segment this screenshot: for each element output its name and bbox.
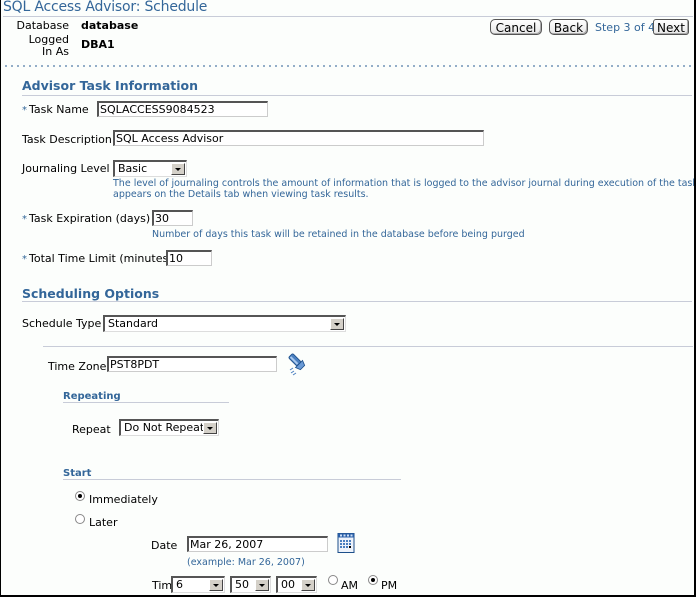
start-heading: Start <box>63 468 92 479</box>
repeating-heading: Repeating <box>63 391 121 402</box>
logged-in-label-2: In As <box>42 45 69 58</box>
task-expiration-input[interactable]: 30 <box>152 210 193 226</box>
journaling-hint-1: The level of journaling controls the amo… <box>113 178 694 189</box>
task-name-label: * Task Name <box>22 103 89 116</box>
schedule-type-label: Schedule Type <box>22 317 102 330</box>
am-radio[interactable] <box>328 575 338 585</box>
section-heading-task-info: Advisor Task Information <box>22 78 199 93</box>
task-expiration-hint: Number of days this task will be retaine… <box>152 229 525 240</box>
journaling-level-select[interactable]: Basic <box>113 160 187 177</box>
repeat-select[interactable]: Do Not Repeat <box>119 419 219 436</box>
minute-select[interactable]: 50 <box>230 576 271 593</box>
required-marker: * <box>22 105 27 116</box>
title-divider <box>3 16 693 17</box>
page: SQL Access Advisor: Schedule Database da… <box>1 0 694 595</box>
task-description-label: Task Description <box>22 133 112 146</box>
subheading-divider <box>63 402 229 403</box>
section-divider <box>22 301 692 302</box>
required-marker: * <box>22 254 27 265</box>
chevron-down-icon <box>209 579 223 591</box>
cancel-button[interactable]: Cancel <box>490 19 542 35</box>
time-zone-label: Time Zone <box>48 360 107 373</box>
repeat-label: Repeat <box>72 423 111 436</box>
task-expiration-label: * Task Expiration (days) <box>22 212 151 225</box>
subsection-divider <box>43 346 693 347</box>
database-label: Database <box>16 19 70 32</box>
start-immediately-radio[interactable] <box>75 491 85 501</box>
start-immediately-label: Immediately <box>89 493 158 506</box>
date-label: Date <box>151 539 178 552</box>
start-later-label: Later <box>89 516 118 529</box>
flashlight-search-icon[interactable] <box>286 351 312 377</box>
database-value: database <box>81 19 139 32</box>
start-later-radio[interactable] <box>75 514 85 524</box>
chevron-down-icon <box>203 422 217 434</box>
time-limit-input[interactable]: 10 <box>166 250 212 266</box>
task-description-input[interactable]: SQL Access Advisor <box>113 130 484 146</box>
am-label: AM <box>341 579 359 592</box>
dotted-divider <box>3 65 691 67</box>
subheading-divider <box>63 479 401 480</box>
section-heading-scheduling: Scheduling Options <box>22 286 160 301</box>
back-button[interactable]: Back <box>549 19 588 35</box>
section-divider <box>22 95 692 96</box>
hour-select[interactable]: 6 <box>171 576 225 593</box>
pm-label: PM <box>381 579 398 592</box>
journaling-hint-2: appears on the Details tab when viewing … <box>113 189 369 200</box>
time-limit-label: * Total Time Limit (minutes) <box>22 252 173 265</box>
second-select[interactable]: 00 <box>276 576 317 593</box>
schedule-type-select[interactable]: Standard <box>103 315 346 332</box>
time-zone-input[interactable]: PST8PDT <box>107 356 277 372</box>
chevron-down-icon <box>171 163 185 175</box>
next-button[interactable]: Next <box>653 19 689 35</box>
journaling-level-label: Journaling Level <box>22 162 110 175</box>
chevron-down-icon <box>255 579 269 591</box>
required-marker: * <box>22 214 27 225</box>
chevron-down-icon <box>301 579 315 591</box>
step-indicator: Step 3 of 4 <box>595 21 656 34</box>
pm-radio[interactable] <box>368 575 378 585</box>
calendar-icon[interactable] <box>337 533 355 554</box>
page-title: SQL Access Advisor: Schedule <box>3 0 208 15</box>
date-input[interactable]: Mar 26, 2007 <box>187 536 328 552</box>
task-name-input[interactable]: SQLACCESS9084523 <box>97 101 268 117</box>
chevron-down-icon <box>330 318 344 330</box>
date-hint: (example: Mar 26, 2007) <box>187 557 305 568</box>
logged-in-value: DBA1 <box>81 38 115 51</box>
